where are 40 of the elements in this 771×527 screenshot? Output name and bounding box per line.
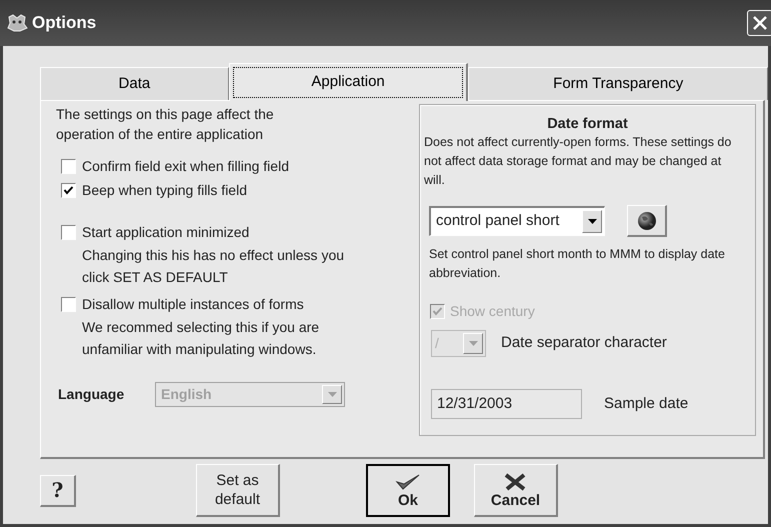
close-icon bbox=[752, 15, 768, 31]
group-title: Date format bbox=[546, 115, 629, 133]
description-text: Does not affect currently-open forms. These settings do not affect data storage format and may be changed at will. bbox=[424, 134, 732, 189]
intro-text: The settings on this page affect the operation of the entire application bbox=[56, 105, 275, 144]
close-button[interactable] bbox=[747, 10, 771, 36]
note-text: Changing this his has no effect unless you click SET AS DEFAULT bbox=[82, 246, 346, 287]
checkbox[interactable] bbox=[61, 182, 76, 198]
window-title: Options bbox=[32, 12, 96, 34]
checkbox-label[interactable]: Beep when typing fills field bbox=[82, 180, 247, 200]
language-dropdown: English bbox=[155, 382, 345, 407]
note-text: We recommed selecting this if you are unfamiliar with manipulating windows. bbox=[82, 318, 320, 359]
format-dropdown[interactable]: control panel short bbox=[429, 206, 605, 236]
caret-icon bbox=[588, 219, 596, 224]
caret-icon bbox=[328, 392, 336, 397]
tab[interactable]: Application bbox=[228, 63, 468, 101]
check-icon bbox=[395, 473, 421, 491]
checkbox[interactable] bbox=[61, 224, 76, 240]
cancel-button[interactable]: Cancel bbox=[474, 464, 558, 517]
caret-icon bbox=[468, 341, 478, 346]
app-icon bbox=[6, 14, 28, 32]
checkbox-label[interactable]: Start application minimized bbox=[82, 222, 250, 242]
globe-icon bbox=[636, 210, 656, 230]
field-label: Sample date bbox=[604, 394, 688, 414]
field-label: Date separator character bbox=[501, 333, 667, 354]
separator-dropdown: / bbox=[431, 330, 486, 357]
language-label: Language bbox=[58, 385, 126, 404]
note-text: Set control panel short month to MMM to display date abbreviation. bbox=[429, 246, 726, 282]
globe-button[interactable] bbox=[627, 205, 667, 237]
sample-date-field: 12/31/2003 bbox=[431, 389, 582, 419]
tab[interactable]: Data bbox=[40, 67, 229, 100]
checkbox-label[interactable]: Disallow multiple instances of forms bbox=[82, 294, 304, 314]
help-button[interactable]: ? bbox=[40, 474, 76, 506]
set-default-button[interactable]: Set as default bbox=[196, 464, 280, 517]
tab[interactable]: Form Transparency bbox=[468, 67, 768, 100]
checkbox-label[interactable]: Confirm field exit when filling field bbox=[82, 156, 289, 176]
ok-button[interactable]: Ok bbox=[366, 464, 450, 517]
dropdown-button[interactable] bbox=[582, 210, 602, 233]
checkbox-label: Show century bbox=[450, 302, 535, 321]
checkbox[interactable] bbox=[61, 296, 76, 312]
checkbox[interactable] bbox=[61, 158, 76, 174]
